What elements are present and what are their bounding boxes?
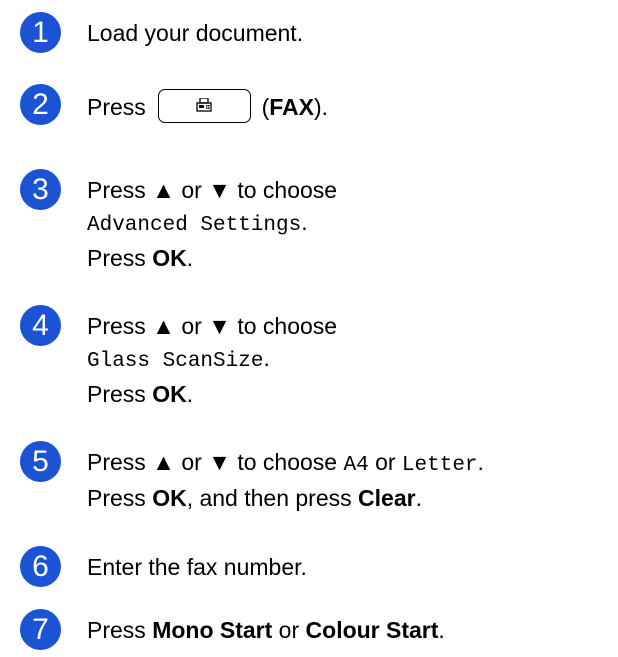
step-4-line-1: Press ▲ or ▼ to choose bbox=[87, 313, 338, 339]
step-text: Press Mono Start or Colour Start. bbox=[87, 614, 445, 646]
step-number-circle: 1 bbox=[20, 12, 61, 53]
colour-start-key-label: Colour Start bbox=[305, 617, 439, 643]
press-label: Press bbox=[87, 94, 146, 120]
option-letter: Letter bbox=[401, 454, 478, 477]
step-number-circle: 3 bbox=[20, 169, 61, 210]
press-label: Press bbox=[87, 485, 153, 511]
press-label: Press bbox=[87, 245, 153, 271]
step-text: Enter the fax number. bbox=[87, 551, 307, 583]
step-1-text: Load your document. bbox=[87, 20, 304, 46]
step-5-line-1: Press ▲ or ▼ to choose bbox=[87, 449, 344, 475]
step-number-circle: 7 bbox=[20, 609, 61, 650]
press-label: Press bbox=[87, 617, 153, 643]
then-press-label: , and then press bbox=[186, 485, 359, 511]
mono-start-key-label: Mono Start bbox=[152, 617, 273, 643]
step-number-circle: 5 bbox=[20, 441, 61, 482]
step-text: Press ▲ or ▼ to choose Advanced Settings… bbox=[87, 174, 337, 274]
ok-key-label: OK bbox=[152, 245, 187, 271]
step-text: Load your document. bbox=[87, 17, 303, 49]
period: . bbox=[415, 485, 422, 511]
period: . bbox=[301, 209, 308, 235]
step-number-circle: 2 bbox=[20, 84, 61, 125]
fax-icon bbox=[196, 97, 212, 112]
press-label: Press bbox=[87, 381, 153, 407]
ok-key-label: OK bbox=[152, 381, 187, 407]
paren-close: ). bbox=[313, 94, 329, 120]
period: . bbox=[438, 617, 445, 643]
step-3-line-1: Press ▲ or ▼ to choose bbox=[87, 177, 338, 203]
step-number-circle: 6 bbox=[20, 546, 61, 587]
period: . bbox=[186, 381, 194, 407]
step-text: Press ▲ or ▼ to choose A4 or Letter. Pre… bbox=[87, 446, 484, 514]
step-text: Press (FAX). bbox=[87, 88, 329, 126]
menu-option-glass-scansize: Glass ScanSize bbox=[87, 350, 264, 373]
step-6-text: Enter the fax number. bbox=[87, 554, 307, 580]
ok-key-label: OK bbox=[152, 485, 187, 511]
period: . bbox=[263, 345, 270, 371]
step-number-circle: 4 bbox=[20, 305, 61, 346]
step-text: Press ▲ or ▼ to choose Glass ScanSize. P… bbox=[87, 310, 337, 410]
menu-option-advanced-settings: Advanced Settings bbox=[87, 214, 302, 237]
or-label: or bbox=[272, 617, 306, 643]
fax-label: FAX bbox=[269, 94, 314, 120]
period: . bbox=[186, 245, 194, 271]
fax-button[interactable] bbox=[158, 88, 252, 123]
or-label: or bbox=[368, 449, 402, 475]
period: . bbox=[477, 449, 484, 475]
clear-key-label: Clear bbox=[358, 485, 416, 511]
option-a4: A4 bbox=[343, 454, 369, 477]
